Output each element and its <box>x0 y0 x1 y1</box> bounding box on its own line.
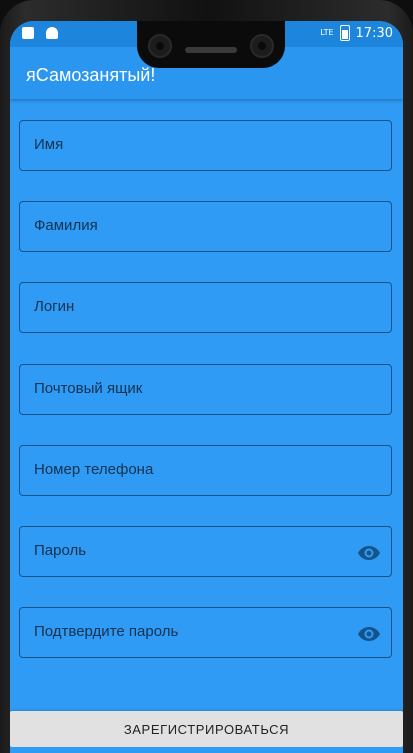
front-sensor-icon <box>250 34 274 58</box>
confirm-password-label: Подтвердите пароль <box>34 623 179 640</box>
sd-card-icon <box>22 27 34 39</box>
first-name-label: Имя <box>34 136 64 153</box>
password-label: Пароль <box>34 542 87 559</box>
android-icon <box>46 27 58 39</box>
email-field[interactable]: Почтовый ящик <box>19 364 392 415</box>
confirm-password-field[interactable]: Подтвердите пароль <box>19 607 392 658</box>
login-label: Логин <box>34 298 75 315</box>
battery-icon <box>339 25 350 41</box>
phone-label: Номер телефона <box>34 461 154 478</box>
phone-screen: LTE 17:30 яСамозанятый! Имя Фамилия Логи… <box>10 21 403 753</box>
eye-icon[interactable] <box>357 541 381 565</box>
network-type: LTE <box>320 28 334 37</box>
front-camera-icon <box>148 34 172 58</box>
status-time: 17:30 <box>355 25 393 41</box>
register-button[interactable]: ЗАРЕГИСТРИРОВАТЬСЯ <box>10 711 403 747</box>
eye-icon[interactable] <box>357 622 381 646</box>
earpiece-speaker <box>185 47 237 53</box>
first-name-field[interactable]: Имя <box>19 120 392 171</box>
email-label: Почтовый ящик <box>34 380 143 397</box>
last-name-label: Фамилия <box>34 217 98 234</box>
bottom-strip <box>10 747 403 753</box>
phone-field[interactable]: Номер телефона <box>19 445 392 496</box>
last-name-field[interactable]: Фамилия <box>19 201 392 252</box>
password-field[interactable]: Пароль <box>19 526 392 577</box>
app-title: яСамозанятый! <box>26 65 156 85</box>
login-field[interactable]: Логин <box>19 282 392 333</box>
camera-notch <box>137 21 285 68</box>
